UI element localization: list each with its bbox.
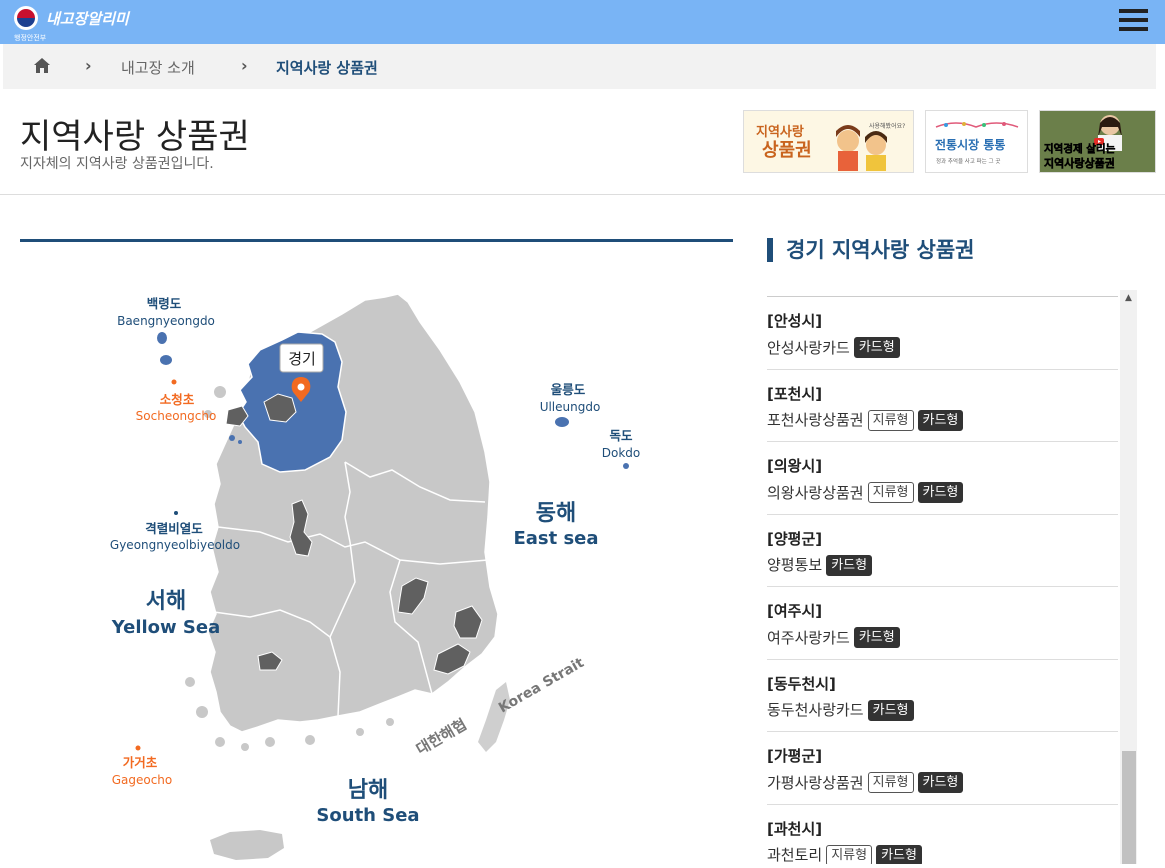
label-baengnyeongdo-en: Baengnyeongdo	[117, 314, 215, 328]
banner3-line1: 지역경제 살리는	[1044, 142, 1116, 155]
city-name: [포천시]	[767, 384, 823, 403]
label-yellow-sea-ko: 서해	[146, 589, 186, 614]
banner3-line2: 지역사랑상품권	[1044, 156, 1115, 170]
banner-video-voucher[interactable]: 지역경제 살리는 지역사랑상품권	[1039, 110, 1156, 173]
tag-paper: 지류형	[826, 844, 873, 864]
list-item: [의왕시] 의왕사랑상품권 지류형 카드형	[767, 442, 1118, 515]
label-south-sea-ko: 남해	[348, 778, 388, 803]
tag-paper: 지류형	[867, 772, 914, 793]
label-yellow-sea-en: Yellow Sea	[111, 617, 221, 638]
list-item: [양평군] 양평통보 카드형	[767, 515, 1118, 587]
banner2-sub: 정과 추억을 사고 파는 그 곳	[936, 157, 1000, 165]
label-south-sea-en: South Sea	[316, 805, 419, 826]
banner1-line2: 상품권	[762, 140, 812, 161]
logo-text: 내고장알리미	[46, 9, 129, 28]
page-subtitle: 지자체의 지역사랑 상품권입니다.	[20, 156, 214, 172]
tag-card: 카드형	[853, 337, 900, 358]
banner-local-voucher[interactable]: 지역사랑 상품권 사용해봤어요?	[743, 110, 914, 173]
scrollbar-thumb[interactable]	[1122, 751, 1136, 864]
sidebar-title: 경기 지역사랑 상품권	[767, 238, 975, 262]
list-scrollbar[interactable]: ▲	[1120, 290, 1137, 864]
list-item: [여주시] 여주사랑카드 카드형	[767, 587, 1118, 660]
city-name: [동두천시]	[767, 674, 836, 693]
ulleungdo-island[interactable]	[555, 417, 569, 427]
label-korea-strait-en: Korea Strait	[496, 655, 587, 717]
city-name: [의왕시]	[767, 457, 823, 475]
dokdo-island[interactable]	[623, 463, 629, 469]
breadcrumb-item-intro[interactable]: 내고장 소개	[121, 57, 195, 78]
voucher-name[interactable]: 동두천사랑카드	[767, 700, 864, 720]
list-item: [안성시] 안성사랑카드 카드형	[767, 297, 1118, 370]
label-dokdo-ko: 독도	[609, 428, 633, 443]
list-item: [동두천시] 동두천사랑카드 카드형	[767, 660, 1118, 732]
city-name: [과천시]	[767, 819, 823, 838]
voucher-name[interactable]: 포천사랑상품권	[767, 410, 864, 430]
voucher-name[interactable]: 여주사랑카드	[767, 628, 850, 648]
tag-card: 카드형	[826, 554, 873, 576]
chevron-right-icon: ›	[241, 56, 248, 75]
city-name: [안성시]	[767, 312, 823, 330]
banner1-small: 사용해봤어요?	[869, 122, 905, 130]
tag-card: 카드형	[853, 627, 900, 648]
tag-card: 카드형	[917, 772, 964, 793]
tag-card: 카드형	[867, 699, 914, 721]
tsushima-island	[478, 682, 510, 752]
label-dokdo-en: Dokdo	[602, 446, 641, 460]
voucher-name[interactable]: 안성사랑카드	[767, 338, 850, 358]
city-name: [양평군]	[767, 529, 823, 548]
hamburger-icon[interactable]	[1119, 9, 1148, 33]
label-gyeongnyeolbiyeoldo-ko: 격렬비열도	[145, 521, 203, 536]
voucher-name[interactable]: 가평사랑상품권	[767, 773, 864, 793]
region-jeju[interactable]	[210, 830, 284, 860]
banner-traditional-market[interactable]: 전통시장 통통 정과 추억을 사고 파는 그 곳	[925, 110, 1028, 173]
voucher-name[interactable]: 양평통보	[767, 555, 822, 575]
scroll-up-arrow-icon[interactable]: ▲	[1120, 290, 1137, 307]
logo-subtext: 행정안전부	[14, 34, 47, 42]
label-east-sea-en: East sea	[513, 528, 598, 549]
baengnyeongdo-island[interactable]	[157, 332, 167, 344]
tag-card: 카드형	[917, 482, 964, 503]
banner1-line1: 지역사랑	[756, 124, 804, 140]
tag-paper: 지류형	[867, 482, 914, 503]
tag-card: 카드형	[917, 409, 964, 431]
breadcrumb: › 내고장 소개 › 지역사랑 상품권	[3, 44, 1156, 89]
list-item: [포천시] 포천사랑상품권 지류형 카드형	[767, 370, 1118, 442]
top-bar: 내고장알리미 행정안전부	[0, 0, 1165, 44]
voucher-list[interactable]: [안성시] 안성사랑카드 카드형 [포천시] 포천사랑상품권 지류형 카드형 […	[767, 296, 1118, 864]
voucher-name[interactable]: 의왕사랑상품권	[767, 483, 864, 503]
label-east-sea-ko: 동해	[536, 501, 576, 526]
label-gageocho-ko: 가거초	[123, 755, 158, 770]
label-socheongcho-en: Socheongcho	[136, 409, 217, 423]
tag-card: 카드형	[876, 844, 922, 864]
voucher-name[interactable]: 과천토리	[767, 845, 822, 864]
government-emblem-icon	[14, 6, 38, 30]
label-korea-strait-ko: 대한해협	[413, 715, 470, 758]
tooltip-label: 경기	[288, 350, 316, 368]
title-area: 지역사랑 상품권 지자체의 지역사랑 상품권입니다. 지역사랑 상품권 사용해봤…	[0, 89, 1165, 195]
label-gyeongnyeolbiyeoldo-en: Gyeongnyeolbiyeoldo	[110, 538, 240, 552]
home-icon[interactable]	[33, 57, 51, 74]
city-name: [가평군]	[767, 747, 823, 765]
label-baengnyeongdo-ko: 백령도	[147, 296, 182, 311]
chevron-right-icon: ›	[85, 56, 92, 75]
list-item: [가평군] 가평사랑상품권 지류형 카드형	[767, 732, 1118, 805]
label-socheongcho-ko: 소청초	[160, 392, 195, 407]
banner2-title: 전통시장 통통	[935, 137, 1005, 152]
list-item: [과천시] 과천토리 지류형 카드형	[767, 805, 1118, 864]
korea-map-panel: 백령도 Baengnyeongdo 소청초 Socheongcho 울릉도 Ul…	[20, 239, 733, 864]
city-name: [여주시]	[767, 602, 823, 620]
label-ulleungdo-ko: 울릉도	[551, 382, 586, 397]
label-ulleungdo-en: Ulleungdo	[540, 400, 601, 414]
site-logo[interactable]: 내고장알리미 행정안전부	[14, 6, 129, 42]
character-illustration	[837, 130, 859, 152]
breadcrumb-item-current: 지역사랑 상품권	[276, 59, 378, 77]
korea-map: 백령도 Baengnyeongdo 소청초 Socheongcho 울릉도 Ul…	[110, 293, 641, 860]
page-title: 지역사랑 상품권	[20, 117, 250, 157]
label-gageocho-en: Gageocho	[112, 773, 173, 787]
tag-paper: 지류형	[867, 409, 914, 431]
